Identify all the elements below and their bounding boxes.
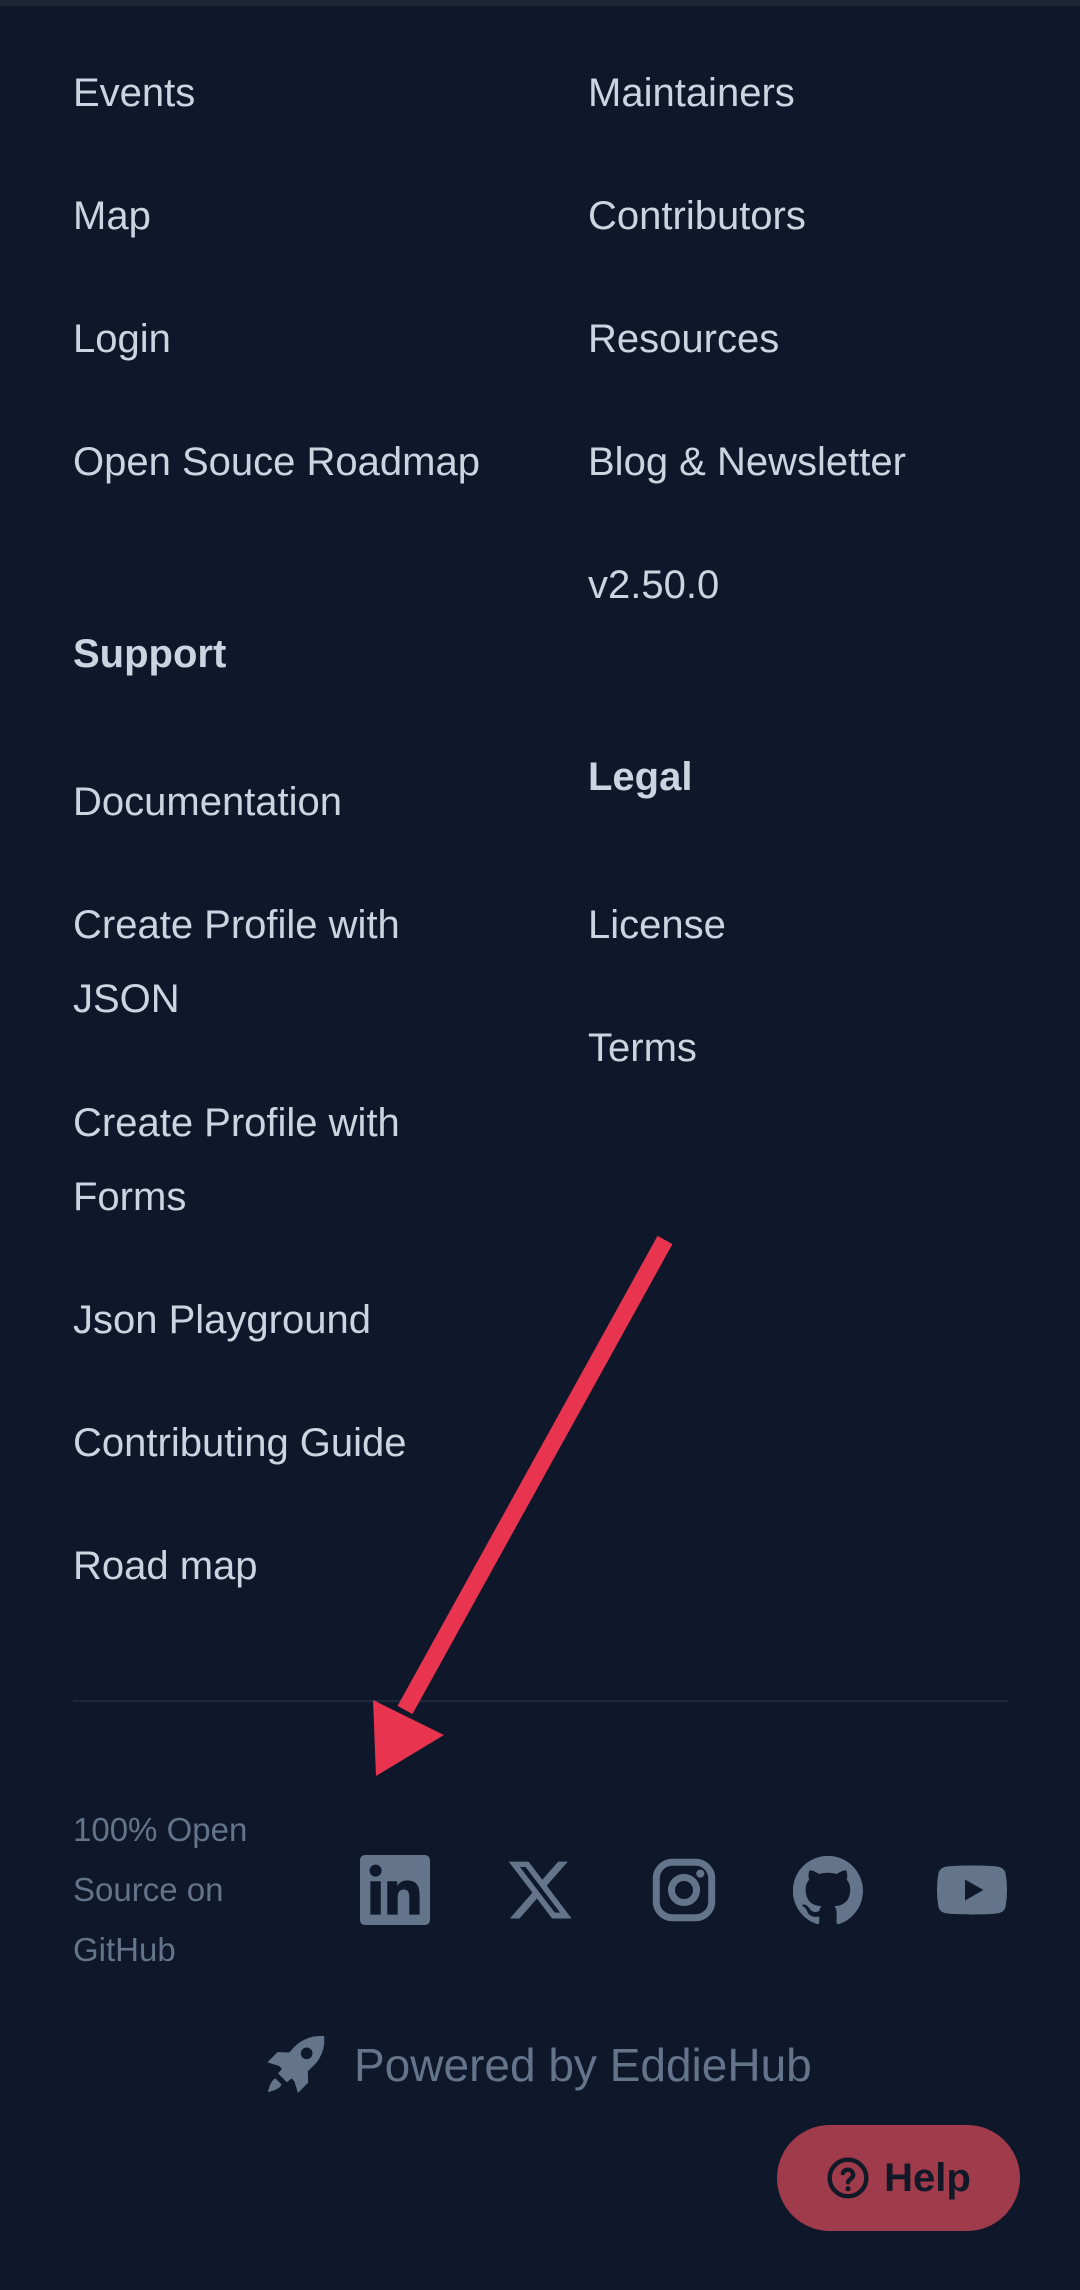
footer-link-version[interactable]: v2.50.0 (588, 548, 719, 622)
footer-link-open-source-roadmap[interactable]: Open Souce Roadmap (73, 425, 480, 499)
top-edge (0, 0, 1080, 6)
open-source-text[interactable]: 100% Open Source on GitHub (73, 1800, 293, 1980)
footer-link-resources[interactable]: Resources (588, 302, 779, 376)
x-icon[interactable] (505, 1855, 575, 1925)
linkedin-icon[interactable] (360, 1855, 430, 1925)
question-circle-icon (826, 2156, 870, 2200)
footer-link-login[interactable]: Login (73, 302, 171, 376)
footer-link-contributing-guide[interactable]: Contributing Guide (73, 1406, 407, 1480)
rocket-icon (260, 2030, 330, 2100)
help-button[interactable]: Help (777, 2125, 1020, 2231)
powered-by-text: Powered by EddieHub (354, 2039, 812, 2091)
footer-link-blog-newsletter[interactable]: Blog & Newsletter (588, 425, 906, 499)
support-heading: Support (73, 632, 227, 676)
footer-link-map[interactable]: Map (73, 179, 151, 253)
youtube-icon[interactable] (937, 1855, 1007, 1925)
footer-divider (73, 1700, 1008, 1702)
footer-link-license[interactable]: License (588, 888, 726, 962)
instagram-icon[interactable] (649, 1855, 719, 1925)
footer-link-road-map[interactable]: Road map (73, 1529, 258, 1603)
footer-link-events[interactable]: Events (73, 56, 195, 130)
footer-link-create-profile-forms[interactable]: Create Profile with Forms (73, 1086, 493, 1234)
footer-link-documentation[interactable]: Documentation (73, 765, 342, 839)
help-button-label: Help (884, 2155, 971, 2200)
footer-link-terms[interactable]: Terms (588, 1011, 697, 1085)
footer-link-maintainers[interactable]: Maintainers (588, 56, 795, 130)
legal-heading: Legal (588, 755, 693, 799)
footer-link-contributors[interactable]: Contributors (588, 179, 806, 253)
footer-link-json-playground[interactable]: Json Playground (73, 1283, 371, 1357)
footer-link-create-profile-json[interactable]: Create Profile with JSON (73, 888, 493, 1036)
powered-by-link[interactable]: Powered by EddieHub (260, 2030, 812, 2100)
github-icon[interactable] (793, 1855, 863, 1925)
